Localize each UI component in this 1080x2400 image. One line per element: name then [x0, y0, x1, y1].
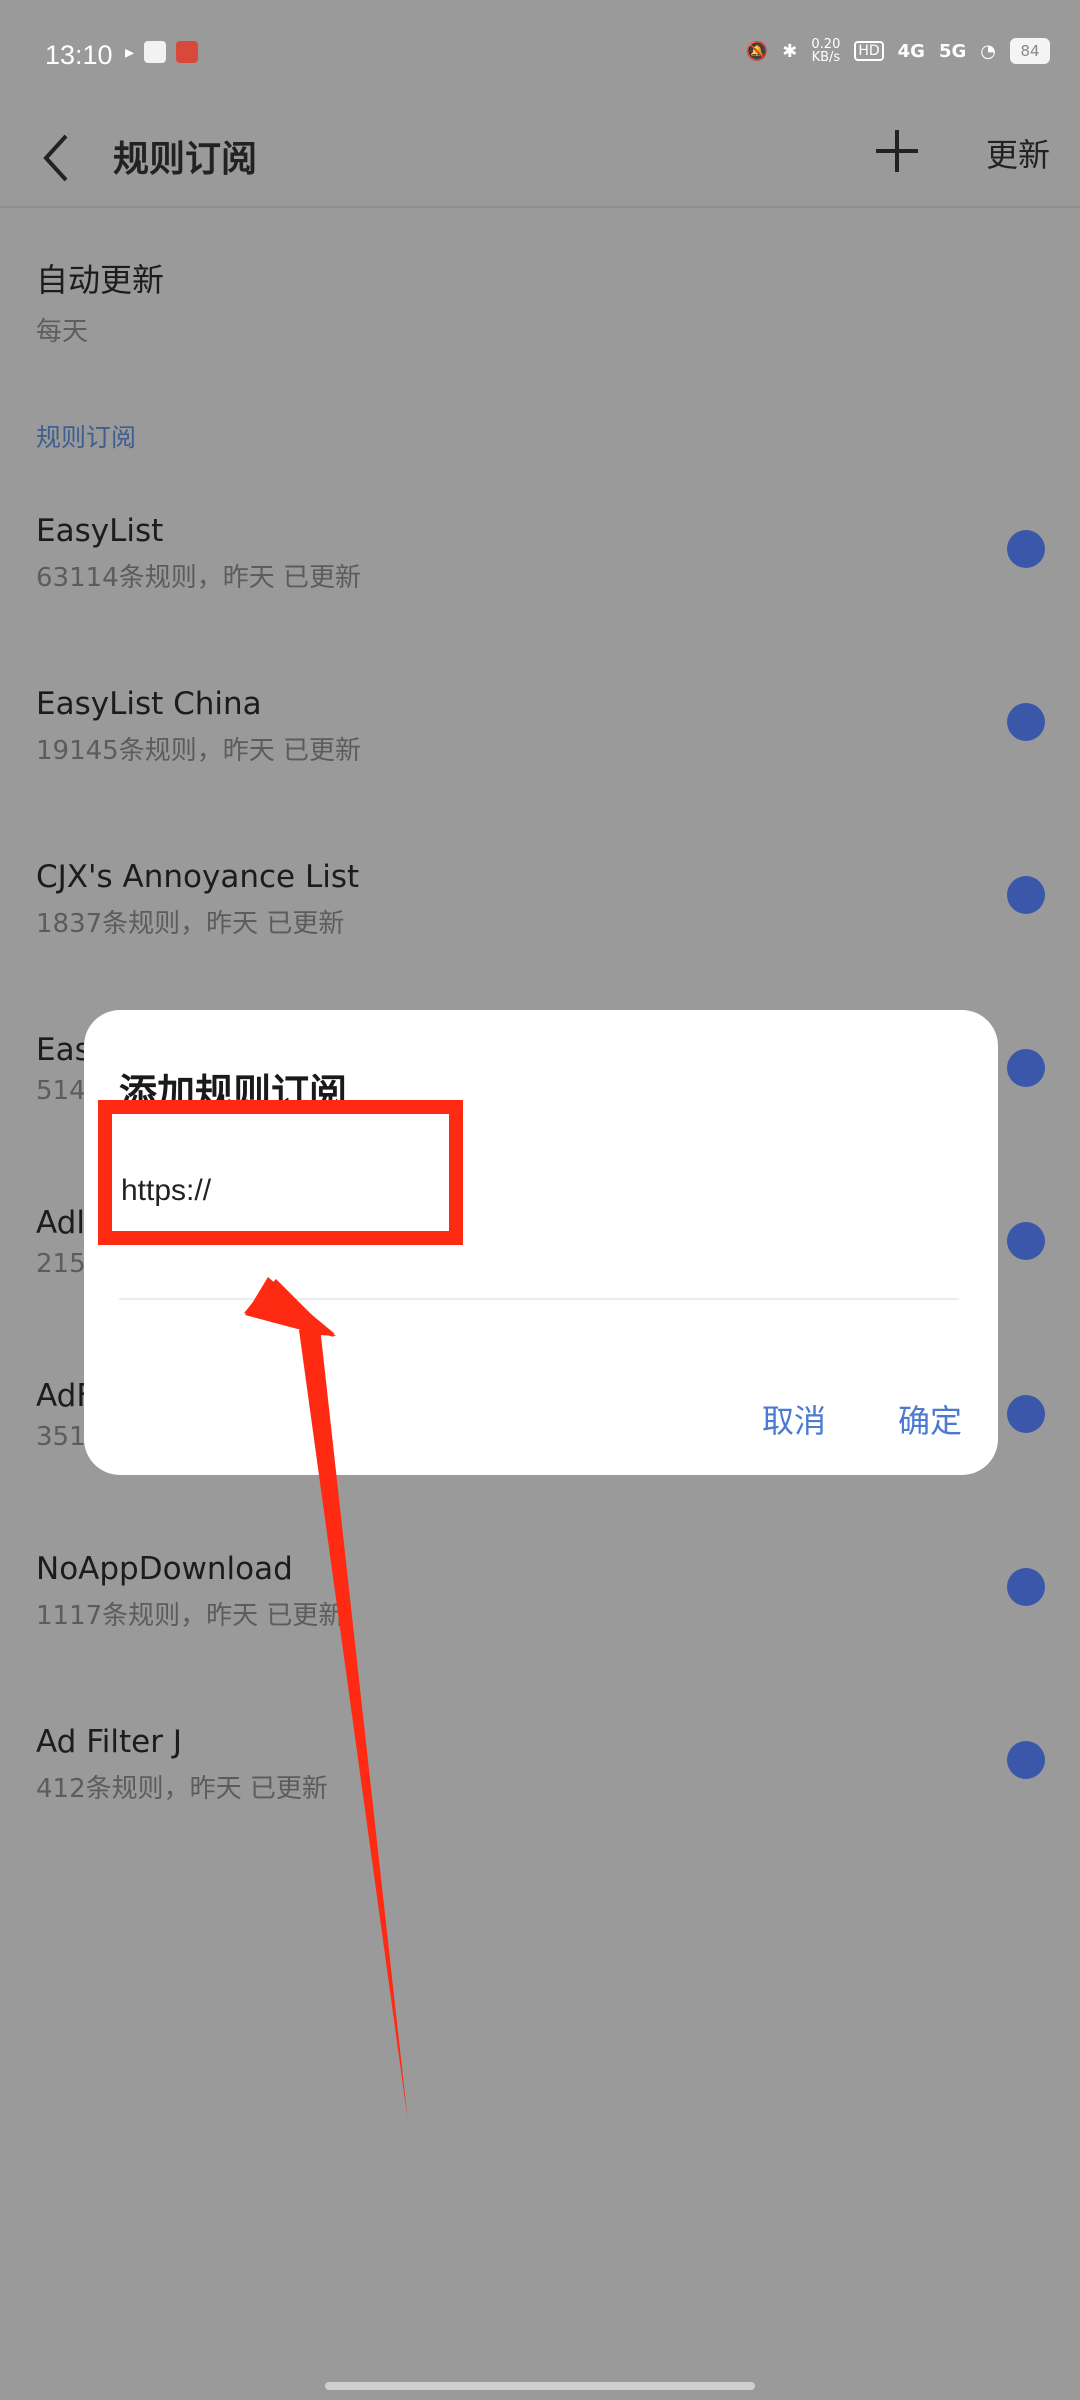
annotation-arrow-icon	[244, 1277, 408, 2122]
